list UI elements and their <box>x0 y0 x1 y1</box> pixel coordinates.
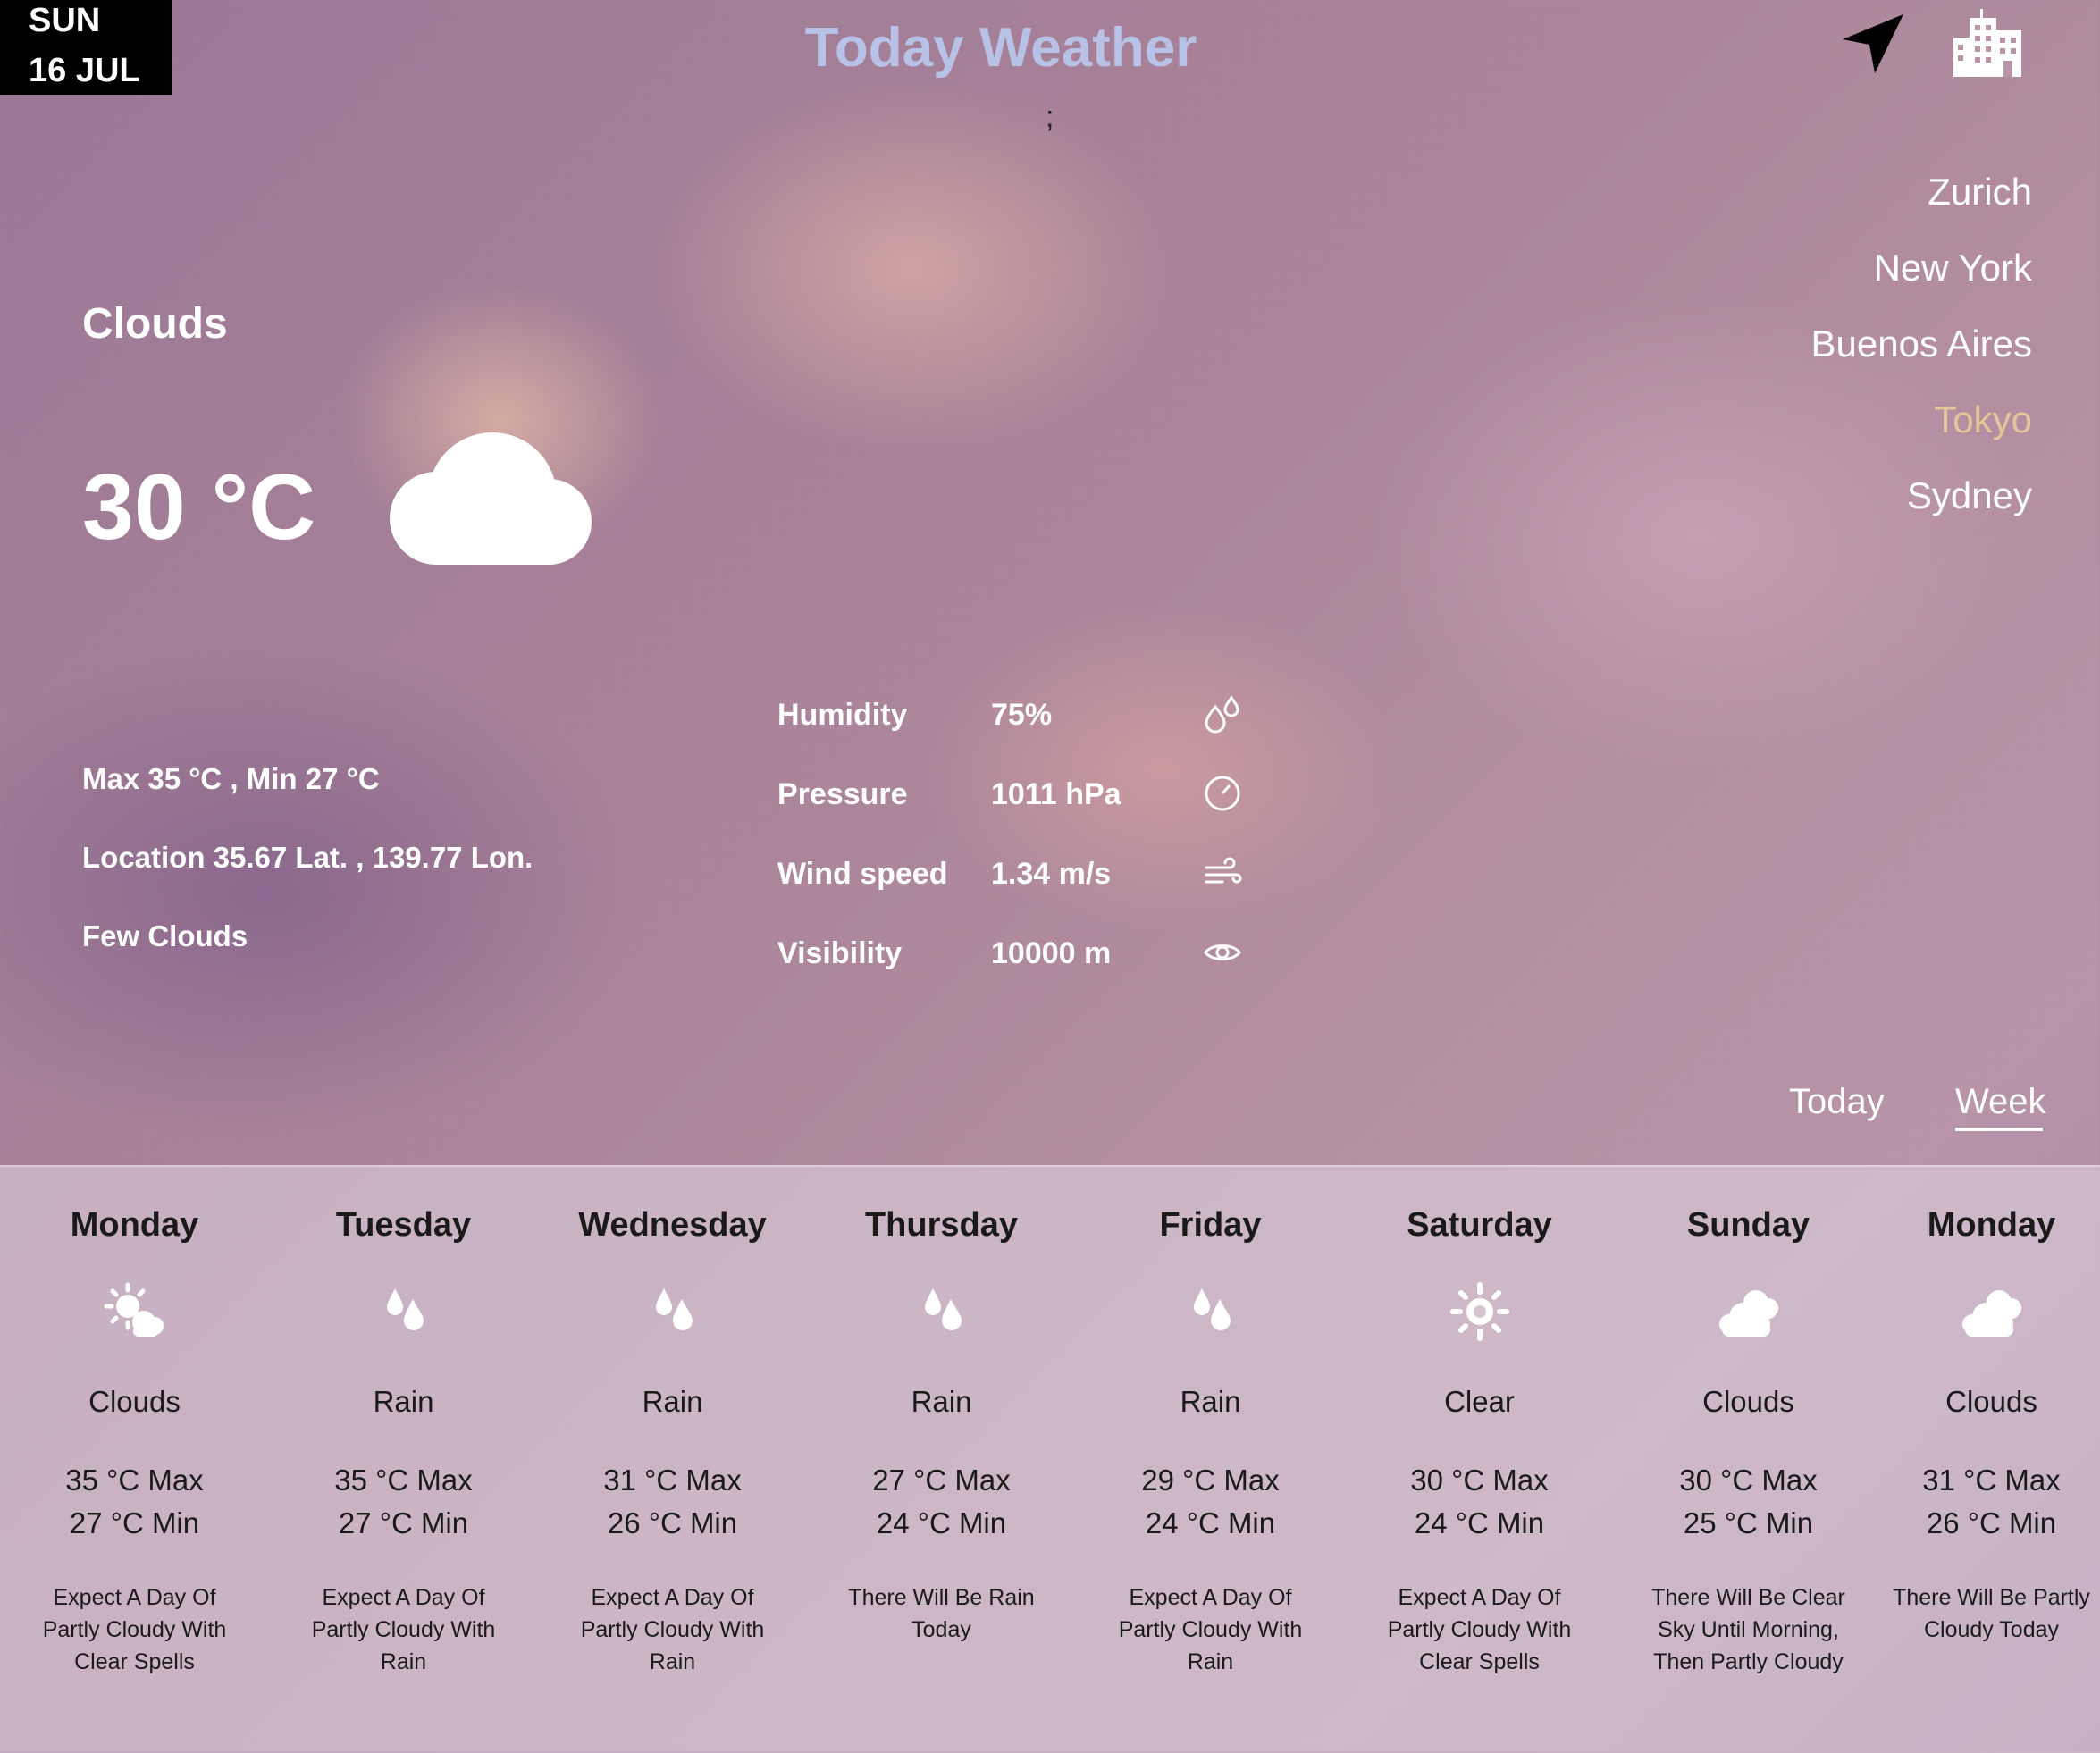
forecast-min: 24 °C Min <box>1414 1506 1545 1539</box>
forecast-max: 35 °C Max <box>65 1464 204 1497</box>
forecast-description: There Will Be Clear Sky Until Morning, T… <box>1651 1585 1845 1674</box>
forecast-max: 27 °C Max <box>872 1464 1011 1497</box>
sun-icon <box>1449 1282 1509 1341</box>
forecast-day-name: Monday <box>1927 1206 2056 1244</box>
clouds-icon <box>1961 1290 2021 1337</box>
forecast-description: Expect A Day Of Partly Cloudy With Clear… <box>1387 1585 1572 1674</box>
page-title: Today Weather <box>804 17 1197 79</box>
forecast-condition: Clouds <box>88 1385 181 1418</box>
wind-icon <box>1205 857 1242 884</box>
forecast-day-name: Monday <box>70 1206 199 1244</box>
forecast-description: Expect A Day Of Partly Cloudy With Rain <box>1118 1585 1303 1674</box>
forecast-min: 24 °C Min <box>876 1506 1007 1539</box>
tab-today[interactable]: Today <box>1789 1079 1885 1124</box>
weather-description: Few Clouds <box>82 919 248 952</box>
pressure-value: 1011 hPa <box>991 777 1121 811</box>
tab-week[interactable]: Week <box>1955 1079 2046 1124</box>
forecast-description: Expect A Day Of Partly Cloudy With Clear… <box>42 1585 227 1674</box>
city-new-york[interactable]: New York <box>1874 246 2032 290</box>
forecast-max: 31 °C Max <box>1922 1464 2061 1497</box>
rain-drops-icon <box>924 1288 962 1330</box>
forecast-day-name: Thursday <box>864 1206 1019 1244</box>
active-tab-underline <box>1955 1128 2043 1131</box>
forecast-description: There Will Be Rain Today <box>848 1585 1035 1642</box>
city-tokyo[interactable]: Tokyo <box>1934 398 2032 442</box>
forecast-min: 27 °C Min <box>338 1506 469 1539</box>
navigation-arrow-icon[interactable] <box>1841 11 1905 75</box>
visibility-value: 10000 m <box>991 936 1112 970</box>
eye-icon <box>1204 944 1241 960</box>
humidity-label: Humidity <box>777 698 908 732</box>
forecast-day-name: Saturday <box>1407 1206 1552 1244</box>
wind-speed-label: Wind speed <box>777 857 948 891</box>
subtitle-mark: ; <box>1046 100 1054 134</box>
pressure-label: Pressure <box>777 777 908 811</box>
forecast-condition: Rain <box>373 1385 434 1418</box>
wind-speed-value: 1.34 m/s <box>991 857 1112 891</box>
forecast-condition: Rain <box>911 1385 972 1418</box>
cloud-icon <box>390 432 592 565</box>
visibility-label: Visibility <box>777 936 903 970</box>
forecast-max: 29 °C Max <box>1141 1464 1280 1497</box>
forecast-max: 35 °C Max <box>334 1464 473 1497</box>
city-buenos-aires[interactable]: Buenos Aires <box>1811 322 2033 366</box>
forecast-description: There Will Be Partly Cloudy Today <box>1893 1585 2090 1642</box>
forecast-max: 30 °C Max <box>1410 1464 1549 1497</box>
location-coordinates: Location 35.67 Lat. , 139.77 Lon. <box>82 841 533 874</box>
city-zurich[interactable]: Zurich <box>1928 170 2032 214</box>
forecast-condition: Rain <box>642 1385 703 1418</box>
forecast-description: Expect A Day Of Partly Cloudy With Rain <box>311 1585 496 1674</box>
rain-drops-icon <box>386 1288 424 1330</box>
rain-drops-icon <box>655 1288 693 1330</box>
rain-drops-icon <box>1193 1288 1231 1330</box>
forecast-max: 30 °C Max <box>1679 1464 1818 1497</box>
pressure-gauge-icon <box>1205 776 1240 811</box>
forecast-min: 26 °C Min <box>607 1506 738 1539</box>
forecast-min: 27 °C Min <box>69 1506 200 1539</box>
current-temperature: 30 °C <box>82 456 316 559</box>
forecast-condition: Clear <box>1444 1385 1515 1418</box>
forecast-description: Expect A Day Of Partly Cloudy With Rain <box>580 1585 765 1674</box>
city-buildings-icon[interactable] <box>1950 5 2025 77</box>
city-sydney[interactable]: Sydney <box>1907 474 2032 518</box>
forecast-day-name: Tuesday <box>335 1206 472 1244</box>
forecast-max: 31 °C Max <box>603 1464 742 1497</box>
humidity-value: 75% <box>991 698 1053 732</box>
forecast-condition: Rain <box>1180 1385 1241 1418</box>
weekly-forecast-panel: Monday Clouds 35 °C Max 27 °C Min Expect… <box>0 1165 2100 1753</box>
forecast-condition: Clouds <box>1945 1385 2037 1418</box>
sun-cloud-icon <box>104 1282 164 1337</box>
forecast-day-name: Wednesday <box>578 1206 767 1244</box>
forecast-day-name: Friday <box>1159 1206 1262 1244</box>
max-min-temperature: Max 35 °C , Min 27 °C <box>82 762 380 795</box>
humidity-icon <box>1205 695 1239 734</box>
forecast-min: 24 °C Min <box>1145 1506 1276 1539</box>
forecast-min: 26 °C Min <box>1926 1506 2057 1539</box>
forecast-condition: Clouds <box>1702 1385 1794 1418</box>
current-condition: Clouds <box>82 300 228 348</box>
clouds-icon <box>1718 1290 1778 1337</box>
forecast-min: 25 °C Min <box>1683 1506 1814 1539</box>
forecast-day-name: Sunday <box>1686 1206 1810 1244</box>
